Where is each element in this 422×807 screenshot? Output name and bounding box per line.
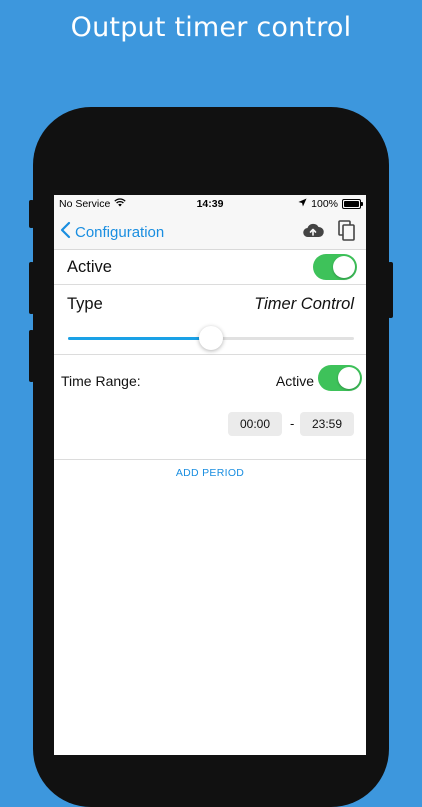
time-separator: -: [290, 416, 295, 431]
type-row: Type Timer Control: [54, 285, 366, 355]
headline: Output timer control: [70, 12, 352, 43]
time-range-active-toggle[interactable]: [318, 365, 362, 391]
side-button-left-3: [29, 330, 34, 382]
add-period-button[interactable]: ADD PERIOD: [54, 467, 366, 479]
end-time-field[interactable]: 23:59: [300, 412, 354, 436]
active-toggle[interactable]: [313, 254, 357, 280]
side-button-left-2: [29, 262, 34, 314]
type-label: Type: [67, 295, 103, 313]
chevron-left-icon: [60, 221, 71, 243]
location-arrow-icon: [298, 198, 307, 210]
type-value[interactable]: Timer Control: [254, 295, 354, 314]
active-row: Active: [54, 250, 366, 285]
start-time-field[interactable]: 00:00: [228, 412, 282, 436]
time-range-label: Time Range:: [61, 373, 141, 389]
status-bar: No Service 14:39 100%: [54, 195, 366, 213]
side-button-right: [388, 262, 393, 318]
copy-icon[interactable]: [338, 220, 356, 246]
back-label: Configuration: [75, 223, 165, 241]
slider-thumb[interactable]: [199, 326, 223, 350]
side-button-left-1: [29, 200, 34, 228]
navigation-bar: Configuration: [54, 213, 366, 250]
time-range-active-label: Active: [275, 373, 314, 389]
battery-percent: 100%: [311, 198, 338, 210]
active-label: Active: [67, 258, 112, 276]
cloud-upload-icon[interactable]: [302, 222, 324, 245]
phone-screen: No Service 14:39 100% Configuration Acti…: [54, 195, 366, 755]
battery-icon: [342, 199, 363, 209]
time-range-row: Time Range: Active 00:00 - 23:59: [54, 355, 366, 460]
back-button[interactable]: Configuration: [60, 221, 164, 243]
type-slider[interactable]: [68, 326, 354, 350]
